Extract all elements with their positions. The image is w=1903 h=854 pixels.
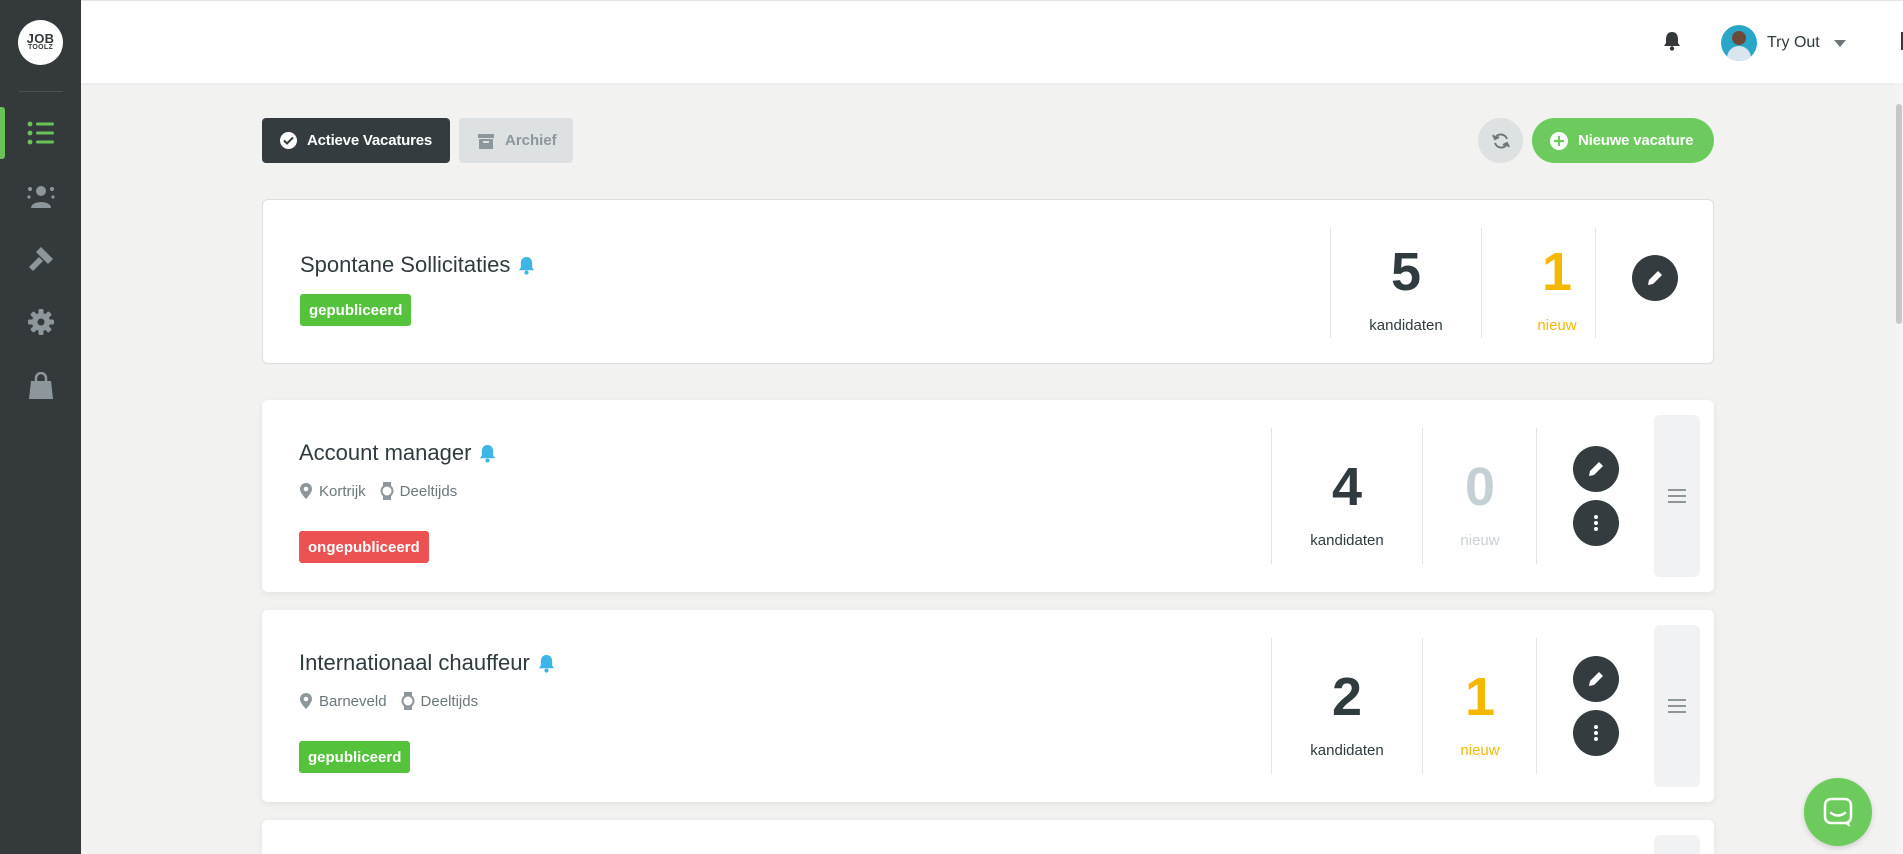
drag-handle-icon: [1668, 489, 1686, 503]
more-vertical-icon: [1594, 725, 1598, 741]
bell-icon: [479, 444, 496, 463]
tools-icon: [28, 247, 53, 271]
user-name: Try Out: [1767, 34, 1820, 51]
drag-handle-icon: [1668, 699, 1686, 713]
drag-handle[interactable]: [1654, 625, 1700, 787]
drag-handle[interactable]: [1654, 415, 1700, 577]
more-options-button[interactable]: [1573, 500, 1619, 546]
bell-icon: [1664, 32, 1680, 51]
vacancy-meta: Kortrijk Deeltijds: [299, 482, 457, 500]
hours: Deeltijds: [401, 692, 478, 710]
user-menu[interactable]: Try Out: [1721, 25, 1846, 61]
refresh-button[interactable]: [1478, 118, 1523, 163]
vacancy-card-account-manager[interactable]: Account manager Kortrijk Deeltijds ongep…: [262, 400, 1714, 592]
vacancy-meta: Barneveld Deeltijds: [299, 692, 478, 710]
sidebar: JOB TOOLZ: [0, 0, 81, 854]
check-circle-icon: [280, 132, 297, 149]
vacancy-card-international-driver[interactable]: Internationaal chauffeur Barneveld Deelt…: [262, 610, 1714, 802]
chat-widget-button[interactable]: [1804, 778, 1872, 846]
vacancy-card-spontaneous[interactable]: Spontane Sollicitaties gepubliceerd 5 ka…: [262, 199, 1714, 364]
edit-button[interactable]: [1573, 446, 1619, 492]
more-options-button[interactable]: [1573, 710, 1619, 756]
status-badge: gepubliceerd: [299, 741, 411, 773]
new-candidates-stat[interactable]: 1 nieuw: [1405, 670, 1555, 759]
edit-button[interactable]: [1632, 255, 1678, 301]
pencil-icon: [1589, 462, 1603, 476]
bell-icon: [538, 654, 555, 673]
location: Barneveld: [299, 692, 387, 710]
location: Kortrijk: [299, 482, 366, 500]
sidebar-item-settings[interactable]: [0, 296, 81, 348]
list-icon: [27, 121, 54, 145]
avatar: [1721, 25, 1757, 61]
watch-icon: [380, 482, 394, 500]
scrollbar-thumb[interactable]: [1896, 104, 1902, 324]
candidates-stat[interactable]: 2 kandidaten: [1272, 670, 1422, 759]
sidebar-divider: [19, 91, 63, 92]
divider: [1536, 638, 1537, 774]
status-badge: gepubliceerd: [300, 294, 412, 326]
plus-circle-icon: [1550, 131, 1568, 150]
candidates-stat[interactable]: 4 kandidaten: [1272, 460, 1422, 549]
notifications-button[interactable]: [1663, 31, 1681, 56]
tab-archive-label: Archief: [505, 132, 557, 149]
sidebar-item-shop[interactable]: [0, 360, 81, 412]
more-vertical-icon: [1594, 515, 1598, 531]
new-vacancy-button[interactable]: Nieuwe vacature: [1532, 118, 1714, 163]
edit-button[interactable]: [1573, 656, 1619, 702]
candidates-stat[interactable]: 5 kandidaten: [1331, 245, 1481, 334]
vacancy-title[interactable]: Internationaal chauffeur: [299, 650, 555, 676]
jobsite-link[interactable]: jobsite: [1899, 31, 1903, 51]
vacancy-title[interactable]: Account manager: [299, 440, 496, 466]
pencil-icon: [1648, 271, 1662, 285]
topbar: Try Out jobsite: [81, 0, 1903, 83]
status-badge: ongepubliceerd: [299, 531, 429, 563]
gear-icon: [27, 309, 54, 335]
vacancy-card-partial[interactable]: [262, 820, 1714, 854]
jobtoolz-logo[interactable]: JOB TOOLZ: [18, 20, 63, 65]
vacancy-title[interactable]: Spontane Sollicitaties: [300, 252, 535, 278]
tab-archive[interactable]: Archief: [459, 118, 573, 163]
new-vacancy-label: Nieuwe vacature: [1578, 132, 1694, 149]
drag-handle[interactable]: [1654, 835, 1700, 854]
tab-active-label: Actieve Vacatures: [307, 132, 433, 149]
divider: [1536, 428, 1537, 564]
bell-icon: [518, 256, 535, 275]
pencil-icon: [1589, 672, 1603, 686]
map-pin-icon: [300, 693, 312, 709]
archive-icon: [478, 133, 494, 149]
watch-icon: [401, 692, 415, 710]
shopping-bag-icon: [28, 372, 53, 399]
new-candidates-stat[interactable]: 1 nieuw: [1482, 245, 1632, 334]
chat-icon: [1823, 797, 1853, 827]
new-candidates-stat[interactable]: 0 nieuw: [1405, 460, 1555, 549]
divider: [1595, 228, 1596, 338]
refresh-icon: [1491, 132, 1510, 149]
logo-tail: [44, 56, 54, 64]
chevron-down-icon: [1833, 39, 1846, 47]
candidates-icon: [26, 186, 55, 208]
sidebar-item-vacancies[interactable]: [0, 107, 81, 159]
sidebar-item-tools[interactable]: [0, 233, 81, 285]
tab-active-vacancies[interactable]: Actieve Vacatures: [262, 118, 450, 163]
map-pin-icon: [300, 483, 312, 499]
sidebar-item-candidates[interactable]: [0, 171, 81, 223]
logout-icon: [1901, 32, 1903, 50]
hours: Deeltijds: [380, 482, 457, 500]
